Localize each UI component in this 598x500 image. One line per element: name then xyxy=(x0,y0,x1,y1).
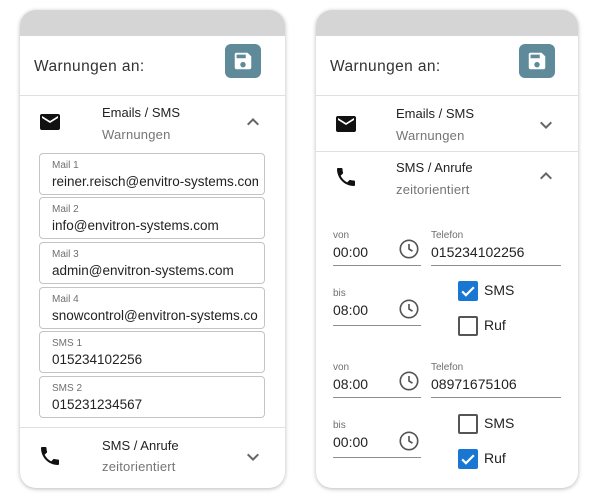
field-label: Telefon xyxy=(431,230,464,241)
left-panel: Warnungen an: Emails / SMS Warnungen Mai… xyxy=(20,10,285,488)
panel-header: Warnungen an: xyxy=(20,36,285,96)
panel-title: Warnungen an: xyxy=(330,58,441,75)
sms-1-field[interactable]: SMS 1 015234102256 xyxy=(39,331,265,373)
field-label: Mail 1 xyxy=(52,160,79,171)
field-label: bis xyxy=(333,288,346,299)
phone-number-field[interactable]: Telefon 015234102256 xyxy=(431,230,561,266)
chevron-up-icon[interactable] xyxy=(534,164,558,188)
section-title: SMS / Anrufe xyxy=(102,438,179,453)
field-label: Mail 4 xyxy=(52,294,79,305)
check-icon xyxy=(461,286,475,297)
mail-1-field[interactable]: Mail 1 reiner.reisch@envitro-systems.com xyxy=(39,153,265,195)
clock-icon[interactable] xyxy=(398,238,420,260)
phone-icon xyxy=(41,447,59,465)
panel-header: Warnungen an: xyxy=(316,36,578,96)
mail-3-field[interactable]: Mail 3 admin@envitron-systems.com xyxy=(39,242,265,284)
ruf-checkbox-label: Ruf xyxy=(484,450,506,466)
field-label: Mail 2 xyxy=(52,204,79,215)
field-value: 015231234567 xyxy=(52,397,143,412)
field-value: 08:00 xyxy=(333,302,369,318)
save-button[interactable] xyxy=(519,44,555,78)
chevron-up-icon[interactable] xyxy=(241,110,265,134)
field-value: 015234102256 xyxy=(431,244,525,260)
email-sms-section[interactable]: Emails / SMS Warnungen xyxy=(316,96,578,152)
field-label: bis xyxy=(333,420,346,431)
chevron-down-icon[interactable] xyxy=(241,445,265,469)
field-value: 00:00 xyxy=(333,434,369,450)
sms-2-field[interactable]: SMS 2 015231234567 xyxy=(39,376,265,418)
field-value: snowcontrol@envitron-systems.com xyxy=(52,308,258,323)
panel-top-bar xyxy=(316,10,578,36)
sms-checkbox-label: SMS xyxy=(484,282,515,298)
mail-2-field[interactable]: Mail 2 info@envitron-systems.com xyxy=(39,197,265,239)
clock-icon[interactable] xyxy=(398,370,420,392)
ruf-checkbox[interactable] xyxy=(458,316,478,336)
section-subtitle: zeitorientiert xyxy=(102,459,176,474)
field-label: von xyxy=(333,230,350,241)
section-subtitle: zeitorientiert xyxy=(396,182,470,197)
field-value: reiner.reisch@envitro-systems.com xyxy=(52,174,258,189)
section-title: SMS / Anrufe xyxy=(396,160,473,175)
save-icon xyxy=(234,52,252,70)
check-icon xyxy=(461,454,475,465)
field-value: admin@envitron-systems.com xyxy=(52,263,234,278)
field-label: Mail 3 xyxy=(52,249,79,260)
ruf-checkbox[interactable] xyxy=(458,449,478,469)
chevron-down-icon[interactable] xyxy=(534,113,558,137)
mail-icon xyxy=(336,116,356,132)
mail-icon xyxy=(40,114,60,130)
field-value: 08:00 xyxy=(333,376,369,392)
panel-title: Warnungen an: xyxy=(34,58,145,75)
panel-top-bar xyxy=(20,10,285,36)
section-title: Emails / SMS xyxy=(396,106,475,121)
field-value: 00:00 xyxy=(333,244,369,260)
phone-number-field[interactable]: Telefon 08971675106 xyxy=(431,362,561,398)
section-subtitle: Warnungen xyxy=(102,127,171,142)
field-label: SMS 1 xyxy=(52,338,83,349)
field-value: info@envitron-systems.com xyxy=(52,218,219,233)
sms-calls-section[interactable]: SMS / Anrufe zeitorientiert xyxy=(20,428,285,488)
save-icon xyxy=(528,52,546,70)
ruf-checkbox-label: Ruf xyxy=(484,317,506,333)
section-title: Emails / SMS xyxy=(102,105,181,120)
section-subtitle: Warnungen xyxy=(396,128,465,143)
sms-checkbox-label: SMS xyxy=(484,415,515,431)
clock-icon[interactable] xyxy=(398,430,420,452)
sms-checkbox[interactable] xyxy=(458,281,478,301)
sms-calls-section: SMS / Anrufe zeitorientiert von 00:00 Te… xyxy=(316,152,578,482)
phone-icon xyxy=(337,168,355,186)
clock-icon[interactable] xyxy=(398,298,420,320)
field-label: von xyxy=(333,362,350,373)
right-panel: Warnungen an: Emails / SMS Warnungen SMS… xyxy=(316,10,578,488)
mail-4-field[interactable]: Mail 4 snowcontrol@envitron-systems.com xyxy=(39,287,265,329)
sms-checkbox[interactable] xyxy=(458,414,478,434)
email-sms-section: Emails / SMS Warnungen Mail 1 reiner.rei… xyxy=(20,96,285,428)
save-button[interactable] xyxy=(225,44,261,78)
field-label: SMS 2 xyxy=(52,383,83,394)
field-label: Telefon xyxy=(431,362,464,373)
field-value: 015234102256 xyxy=(52,352,143,367)
field-value: 08971675106 xyxy=(431,376,517,392)
